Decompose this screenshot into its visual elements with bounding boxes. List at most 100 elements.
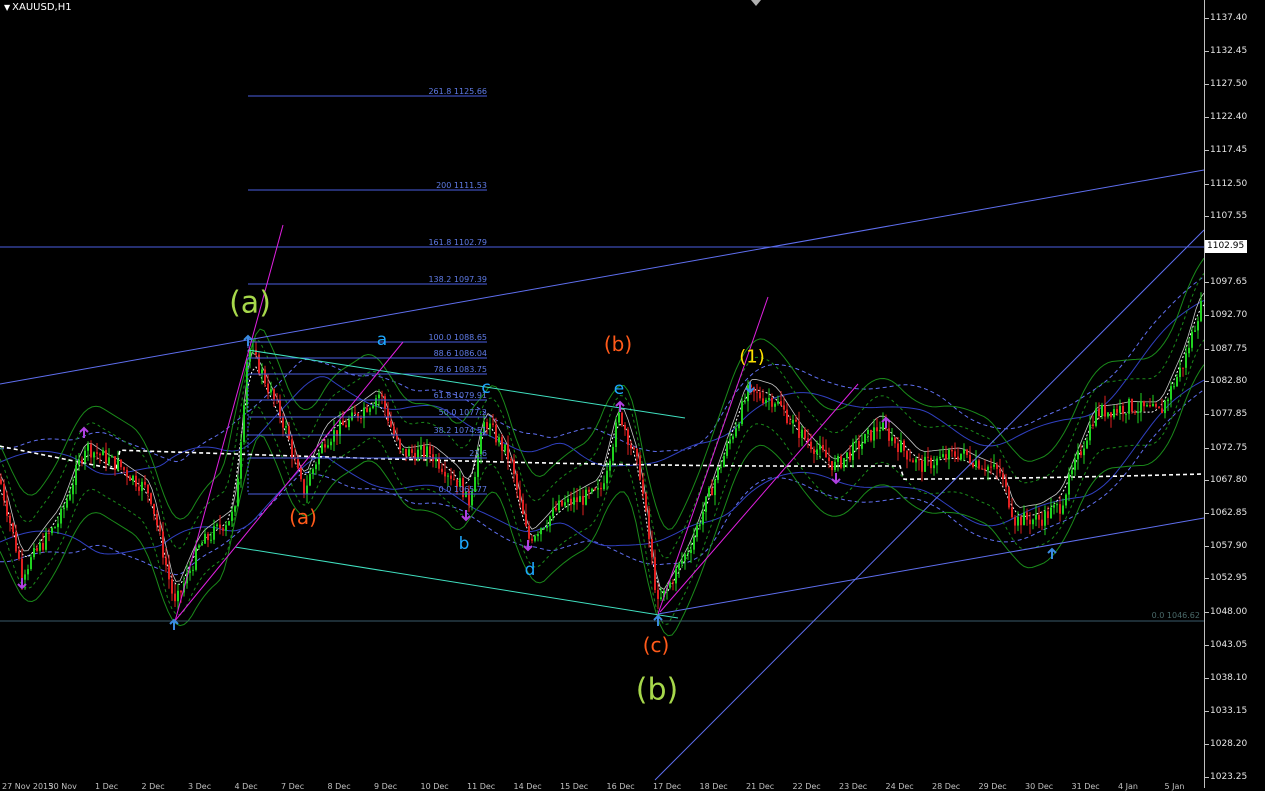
candle-body: [150, 493, 152, 504]
candle-body: [1089, 424, 1091, 441]
candle-body: [156, 513, 158, 526]
date-tick-label: 9 Dec: [374, 782, 398, 791]
candle-body: [159, 525, 161, 532]
lower-trend-line: [657, 517, 1204, 615]
current-price-label: 1102.95: [1205, 240, 1247, 253]
candle-body: [747, 385, 749, 402]
chart-shift-marker-icon[interactable]: [751, 0, 761, 6]
candle-body: [9, 515, 11, 524]
candle-body: [1026, 512, 1028, 520]
candle-body: [1050, 507, 1052, 519]
price-tick-mark: [1205, 711, 1209, 712]
candle-body: [3, 483, 5, 501]
candle-body: [6, 500, 8, 516]
fib-level-label: 138.2 1097.39: [428, 275, 487, 284]
candle-body: [48, 532, 50, 534]
candle-body: [1011, 507, 1013, 518]
candle-body: [18, 551, 20, 559]
candle-body: [882, 422, 884, 431]
indicator-bands: [0, 257, 1204, 637]
candle-body: [1092, 424, 1094, 426]
candle-body: [513, 459, 515, 474]
price-scale[interactable]: 1137.40 1132.45 1127.50 1122.40 1117.45 1112.…: [1204, 0, 1265, 788]
candle-body: [177, 590, 179, 602]
candle-body: [627, 429, 629, 445]
fan-line-3: [657, 296, 769, 615]
price-tick-mark: [1205, 216, 1209, 217]
candle-body: [894, 437, 896, 444]
candle-body: [165, 557, 167, 566]
price-tick-label: 1112.50: [1210, 179, 1248, 189]
candle-body: [225, 525, 227, 531]
candle-body: [1149, 405, 1151, 407]
candle-body: [831, 461, 833, 471]
candle-body: [675, 568, 677, 584]
price-tick-label: 1038.10: [1210, 673, 1248, 683]
candle-body: [1152, 403, 1154, 407]
candle-body: [825, 449, 827, 458]
candle-body: [639, 456, 641, 480]
candle-body: [789, 423, 791, 425]
candle-body: [657, 590, 659, 599]
candle-body: [126, 469, 128, 477]
candle-body: [762, 398, 764, 404]
candle-body: [903, 440, 905, 451]
candle-body: [63, 507, 65, 510]
fib-level-label: 100.0 1088.65: [428, 333, 487, 342]
candle-body: [804, 429, 806, 439]
candle-body: [192, 569, 194, 571]
candle-body: [102, 450, 104, 456]
chart-window[interactable]: ▼ XAUUSD,H1 1137.40 1132.45 1127.50 1122.40 1…: [0, 0, 1265, 791]
candle-body: [30, 557, 32, 570]
price-chart[interactable]: [0, 0, 1204, 788]
candle-body: [1200, 300, 1202, 322]
candle-body: [129, 476, 131, 481]
arrow-up-icon: [1047, 547, 1057, 559]
candle-body: [297, 459, 299, 469]
candle-body: [966, 449, 968, 455]
candle-body: [624, 424, 626, 430]
candle-body: [555, 507, 557, 511]
envelope-upper-inner-line: [0, 299, 1204, 475]
candle-body: [1191, 331, 1193, 348]
candle-body: [60, 509, 62, 524]
fib-level-label: 23.6: [469, 449, 487, 458]
price-tick-mark: [1205, 282, 1209, 283]
candle-body: [660, 597, 662, 599]
candle-body: [51, 528, 53, 534]
price-tick-mark: [1205, 18, 1209, 19]
price-tick-mark: [1205, 315, 1209, 316]
price-tick-mark: [1205, 645, 1209, 646]
candle-body: [78, 459, 80, 466]
candle-body: [453, 478, 455, 480]
candle-body: [801, 429, 803, 438]
candle-body: [195, 547, 197, 570]
candle-body: [537, 534, 539, 537]
price-tick-mark: [1205, 744, 1209, 745]
candle-body: [1002, 473, 1004, 479]
candle-body: [648, 510, 650, 540]
chart-title: ▼ XAUUSD,H1: [4, 2, 72, 13]
candle-body: [117, 459, 119, 470]
wave-label: b: [458, 534, 470, 554]
candle-body: [300, 468, 302, 480]
price-tick-mark: [1205, 51, 1209, 52]
candle-body: [96, 452, 98, 454]
candle-body: [594, 488, 596, 490]
date-tick-label: 8 Dec: [327, 782, 351, 791]
date-tick-label: 30 Nov: [48, 782, 77, 791]
date-tick-label: 3 Dec: [188, 782, 212, 791]
candle-body: [942, 454, 944, 457]
candle-body: [330, 441, 332, 446]
candle-body: [1020, 516, 1022, 526]
candle-body: [534, 536, 536, 541]
candle-body: [12, 523, 14, 532]
candle-body: [759, 392, 761, 399]
candle-body: [603, 483, 605, 490]
candle-body: [705, 496, 707, 512]
candle-body: [111, 456, 113, 458]
candle-body: [798, 421, 800, 438]
candle-body: [711, 487, 713, 496]
dropdown-arrow-icon[interactable]: ▼: [4, 3, 10, 12]
candle-body: [1041, 519, 1043, 526]
